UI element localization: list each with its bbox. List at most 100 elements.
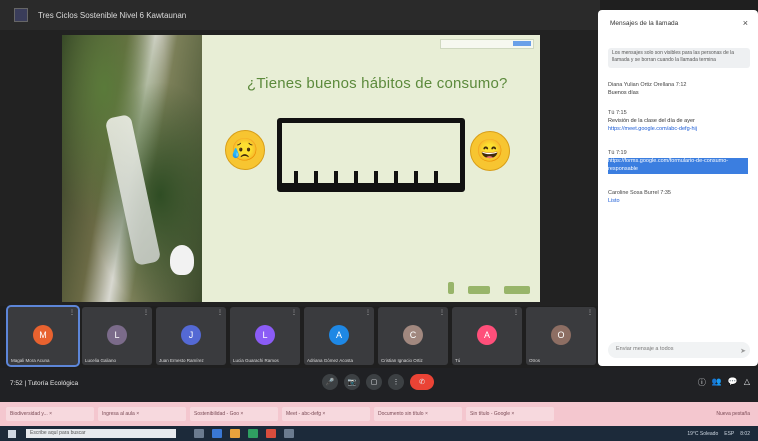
task-view-icon[interactable] <box>194 429 204 438</box>
message-text: Buenos días <box>608 89 639 96</box>
browser-app-icon[interactable] <box>212 429 222 438</box>
avatar: J <box>181 325 201 345</box>
microphone-button[interactable]: 🎤 <box>322 374 338 390</box>
chat-message: Tú 7:15 Revisión de la clase del día de … <box>608 110 748 134</box>
browser-tab[interactable]: Sostenibilidad - Goo × <box>190 407 278 421</box>
more-icon[interactable]: ⋮ <box>69 309 75 316</box>
message-sender: Tú 7:19 <box>608 150 627 156</box>
camera-button[interactable]: 📷 <box>344 374 360 390</box>
participant-name: Cristian Ignacio Ortiz <box>381 358 423 363</box>
system-tray: 19°C Soleado ESP 8:02 <box>687 431 750 437</box>
heron-image <box>170 245 194 275</box>
message-link-selected[interactable]: https://forms.google.com/formulario-de-c… <box>608 157 748 174</box>
more-icon[interactable]: ⋮ <box>439 309 445 316</box>
meeting-time-label: 7:52 | Tutoría Ecológica <box>10 380 79 387</box>
browser-tab[interactable]: Meet - abc-defg × <box>282 407 370 421</box>
happy-emoji-icon: 😄 <box>470 131 510 171</box>
participant-name: Otros <box>529 358 541 363</box>
browser-tab-bar: Biodiversidad y... × Ingresa al aula × S… <box>0 402 758 426</box>
participant-name: Lucia Guarachi Ramos <box>233 358 279 363</box>
ruler-tick <box>374 171 378 187</box>
files-app-icon[interactable] <box>230 429 240 438</box>
chat-input[interactable]: Enviar mensaje a todos <box>608 342 750 358</box>
info-icon[interactable]: ⓘ <box>698 377 706 388</box>
more-icon[interactable]: ⋮ <box>513 309 519 316</box>
logo-mark <box>504 286 530 294</box>
chat-panel: Mensajes de la llamada × Los mensajes so… <box>598 10 758 366</box>
avatar: C <box>403 325 423 345</box>
more-icon[interactable]: ⋮ <box>291 309 297 316</box>
avatar: L <box>107 325 127 345</box>
browser-tab[interactable]: Documento sin título × <box>374 407 462 421</box>
chat-message: Caroline Sosa Burrel 7:35 Listo <box>608 190 748 206</box>
participant-strip: M Magali Mora Acuna ⋮ L Lucelia Galiano ⋮ J Jua… <box>6 305 598 367</box>
app-icon[interactable] <box>284 429 294 438</box>
participant-tile[interactable]: M Magali Mora Acuna ⋮ <box>6 305 80 367</box>
more-icon[interactable]: ⋮ <box>365 309 371 316</box>
more-options-button[interactable]: ⋮ <box>388 374 404 390</box>
logo-mark <box>448 282 454 294</box>
new-tab-button[interactable]: Nueva pestaña <box>716 411 750 417</box>
participant-name: Lucelia Galiano <box>85 358 117 363</box>
windows-start-icon[interactable] <box>8 429 16 438</box>
end-call-button[interactable]: ✆ <box>410 374 434 390</box>
slide: ¿Tienes buenos hábitos de consumo? 😥 😄 <box>62 35 540 302</box>
ruler-tick <box>294 171 298 187</box>
message-sender: Caroline Sosa Burrel 7:35 <box>608 190 671 196</box>
avatar: L <box>255 325 275 345</box>
activities-icon[interactable]: △ <box>744 377 750 388</box>
call-controls: 🎤 📷 ▢ ⋮ ✆ <box>322 374 434 390</box>
message-sender: Tú 7:15 <box>608 110 627 116</box>
chat-info-note: Los mensajes solo son visibles para las … <box>608 48 750 68</box>
browser-tab[interactable]: Ingresa al aula × <box>98 407 186 421</box>
message-link[interactable]: https://meet.google.com/abc-defg-hij <box>608 126 748 134</box>
avatar: A <box>329 325 349 345</box>
slide-toolbar[interactable] <box>440 39 534 49</box>
participant-tile[interactable]: L Lucelia Galiano ⋮ <box>82 307 152 365</box>
ruler-tick <box>394 171 398 187</box>
participant-tile[interactable]: A Adriana Gómez Acosta ⋮ <box>304 307 374 365</box>
more-icon[interactable]: ⋮ <box>587 309 593 316</box>
participant-tile[interactable]: O Otros ⋮ <box>526 307 596 365</box>
ruler-tick <box>414 171 418 187</box>
message-text: Listo <box>608 197 620 204</box>
participant-tile[interactable]: A Tú ⋮ <box>452 307 522 365</box>
browser-tab[interactable]: Biodiversidad y... × <box>6 407 94 421</box>
participants-icon[interactable]: 👥 <box>712 377 722 388</box>
slide-logos <box>448 282 530 294</box>
taskbar-apps <box>194 429 294 438</box>
ruler-tick <box>314 171 318 187</box>
side-controls: ⓘ 👥 💬 △ <box>698 377 750 388</box>
browser-tab[interactable]: Sin título - Google × <box>466 407 554 421</box>
logo-mark <box>468 286 490 294</box>
participant-tile[interactable]: L Lucia Guarachi Ramos ⋮ <box>230 307 300 365</box>
chat-message: Tú 7:19 https://forms.google.com/formula… <box>608 150 748 174</box>
os-taskbar: Escribe aquí para buscar 19°C Soleado ES… <box>0 426 758 441</box>
close-icon[interactable]: × <box>743 18 748 28</box>
avatar: M <box>33 325 53 345</box>
participant-name: Adriana Gómez Acosta <box>307 358 354 363</box>
chat-icon[interactable]: 💬 <box>728 377 738 388</box>
chat-panel-title: Mensajes de la llamada <box>610 20 679 27</box>
avatar: A <box>477 325 497 345</box>
waterfall-photo <box>62 35 202 302</box>
message-text: Revisión de la clase del día de ayer <box>608 117 695 124</box>
scale-ruler <box>277 118 465 192</box>
taskbar-search[interactable]: Escribe aquí para buscar <box>26 429 176 438</box>
more-icon[interactable]: ⋮ <box>143 309 149 316</box>
participant-name: Magali Mora Acuna <box>11 358 50 363</box>
sheets-app-icon[interactable] <box>248 429 258 438</box>
more-icon[interactable]: ⋮ <box>217 309 223 316</box>
chrome-app-icon[interactable] <box>266 429 276 438</box>
presentation-stage: ¿Tienes buenos hábitos de consumo? 😥 😄 <box>0 30 600 306</box>
participant-tile[interactable]: C Cristian Ignacio Ortiz ⋮ <box>378 307 448 365</box>
send-icon[interactable]: ➤ <box>740 347 746 355</box>
clock-text: 8:02 <box>740 430 750 437</box>
ruler-tick <box>334 171 338 187</box>
language-text: ESP <box>724 430 735 437</box>
present-button[interactable]: ▢ <box>366 374 382 390</box>
waterfall-image <box>104 113 162 267</box>
slide-title: ¿Tienes buenos hábitos de consumo? <box>247 75 508 92</box>
avatar: O <box>551 325 571 345</box>
participant-tile[interactable]: J Juan Ernesto Ramírez ⋮ <box>156 307 226 365</box>
